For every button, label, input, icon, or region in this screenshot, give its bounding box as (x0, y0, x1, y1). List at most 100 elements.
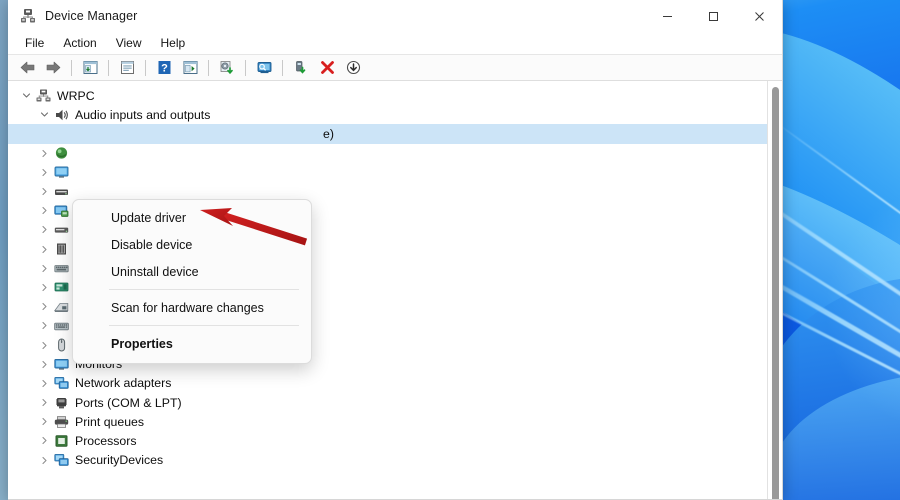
computer-icon (34, 88, 52, 104)
chevron-right-icon[interactable] (36, 321, 52, 330)
audio-device-icon (70, 126, 88, 142)
monitor-icon (52, 164, 70, 180)
chevron-right-icon[interactable] (36, 341, 52, 350)
chevron-right-icon[interactable] (36, 398, 52, 407)
chevron-right-icon[interactable] (36, 149, 52, 158)
tree-item-label: SecurityDevices (75, 453, 163, 467)
vertical-scrollbar[interactable] (767, 81, 782, 499)
show-hide-console-tree-button[interactable] (79, 57, 101, 79)
close-button[interactable] (736, 0, 782, 32)
toolbar-separator-6 (282, 60, 283, 76)
maximize-button[interactable] (690, 0, 736, 32)
bluetooth-icon (52, 145, 70, 161)
show-hide-action-pane-button[interactable] (179, 57, 201, 79)
tree-item-label: Print queues (75, 415, 144, 429)
ide-controller-icon (52, 279, 70, 295)
display-adapter-icon (52, 203, 70, 219)
tree-item-hidden-2[interactable] (8, 163, 767, 182)
device-manager-icon (20, 8, 36, 24)
minimize-button[interactable] (644, 0, 690, 32)
svg-text:?: ? (161, 62, 168, 74)
tree-item-network-adapters[interactable]: Network adapters (8, 374, 767, 393)
scan-hardware-changes-button[interactable] (253, 57, 275, 79)
menu-help[interactable]: Help (152, 34, 195, 52)
tree-item-hidden-1[interactable] (8, 144, 767, 163)
chevron-right-icon[interactable] (36, 379, 52, 388)
network-adapter-icon (52, 375, 70, 391)
enable-device-button[interactable] (290, 57, 312, 79)
chevron-right-icon[interactable] (36, 456, 52, 465)
printer-icon (52, 414, 70, 430)
forward-button[interactable] (42, 57, 64, 79)
title-bar[interactable]: Device Manager (8, 0, 782, 32)
tree-item-audio-device[interactable]: e) (8, 124, 767, 143)
speaker-icon (52, 107, 70, 123)
tree-item-label: e) (323, 127, 334, 141)
disable-device-button[interactable] (316, 57, 338, 79)
uninstall-device-button[interactable] (342, 57, 364, 79)
chevron-right-icon[interactable] (36, 302, 52, 311)
hid-icon (52, 260, 70, 276)
help-button[interactable]: ? (153, 57, 175, 79)
properties-button[interactable] (116, 57, 138, 79)
security-device-icon (52, 452, 70, 468)
tree-item-label: Network adapters (75, 376, 171, 390)
imaging-device-icon (52, 299, 70, 315)
chevron-right-icon[interactable] (36, 436, 52, 445)
chevron-right-icon[interactable] (36, 206, 52, 215)
window-controls (644, 0, 782, 32)
tree-item-label: Audio inputs and outputs (75, 108, 210, 122)
ctx-disable-device[interactable]: Disable device (73, 231, 311, 258)
firmware-icon (52, 241, 70, 257)
tree-item-processors[interactable]: Processors (8, 431, 767, 450)
chevron-right-icon[interactable] (36, 225, 52, 234)
chevron-right-icon[interactable] (36, 417, 52, 426)
dvd-drive-icon (52, 222, 70, 238)
scrollbar-thumb[interactable] (772, 87, 779, 499)
device-tree[interactable]: WRPC Audio inputs and outputs (8, 81, 767, 499)
chevron-right-icon[interactable] (36, 283, 52, 292)
menu-action[interactable]: Action (54, 34, 105, 52)
toolbar-separator-1 (71, 60, 72, 76)
ctx-scan-for-hardware-changes[interactable]: Scan for hardware changes (73, 294, 311, 321)
toolbar-separator-2 (108, 60, 109, 76)
update-driver-button[interactable] (216, 57, 238, 79)
desktop-left-edge (0, 0, 8, 500)
chevron-right-icon[interactable] (36, 360, 52, 369)
context-menu-separator-2 (109, 325, 299, 326)
menu-file[interactable]: File (16, 34, 53, 52)
window-title: Device Manager (45, 9, 137, 23)
disk-icon (52, 184, 70, 200)
processor-icon (52, 433, 70, 449)
tree-item-ports-com-lpt[interactable]: Ports (COM & LPT) (8, 393, 767, 412)
monitor-icon (52, 356, 70, 372)
chevron-right-icon[interactable] (36, 264, 52, 273)
toolbar: ? (8, 55, 782, 81)
context-menu: Update driver Disable device Uninstall d… (72, 199, 312, 364)
chevron-right-icon[interactable] (36, 245, 52, 254)
ctx-properties[interactable]: Properties (73, 330, 311, 358)
tree-item-label: Ports (COM & LPT) (75, 396, 182, 410)
menu-view[interactable]: View (107, 34, 151, 52)
mouse-icon (52, 337, 70, 353)
menu-bar: File Action View Help (8, 32, 782, 55)
keyboard-icon (52, 318, 70, 334)
tree-item-wrpc[interactable]: WRPC (8, 86, 767, 105)
chevron-right-icon[interactable] (36, 187, 52, 196)
content-area: WRPC Audio inputs and outputs (8, 81, 782, 499)
tree-item-audio-inputs-and-outputs[interactable]: Audio inputs and outputs (8, 105, 767, 124)
toolbar-separator-3 (145, 60, 146, 76)
toolbar-separator-5 (245, 60, 246, 76)
tree-item-securitydevices[interactable]: SecurityDevices (8, 451, 767, 470)
context-menu-separator-1 (109, 289, 299, 290)
toolbar-separator-4 (208, 60, 209, 76)
tree-item-print-queues[interactable]: Print queues (8, 412, 767, 431)
ctx-update-driver[interactable]: Update driver (73, 204, 311, 231)
chevron-right-icon[interactable] (36, 168, 52, 177)
chevron-down-icon[interactable] (18, 91, 34, 100)
ctx-uninstall-device[interactable]: Uninstall device (73, 258, 311, 285)
tree-item-label: WRPC (57, 89, 95, 103)
back-button[interactable] (16, 57, 38, 79)
device-manager-window: Device Manager File Action View Help (8, 0, 783, 500)
chevron-down-icon[interactable] (36, 110, 52, 119)
